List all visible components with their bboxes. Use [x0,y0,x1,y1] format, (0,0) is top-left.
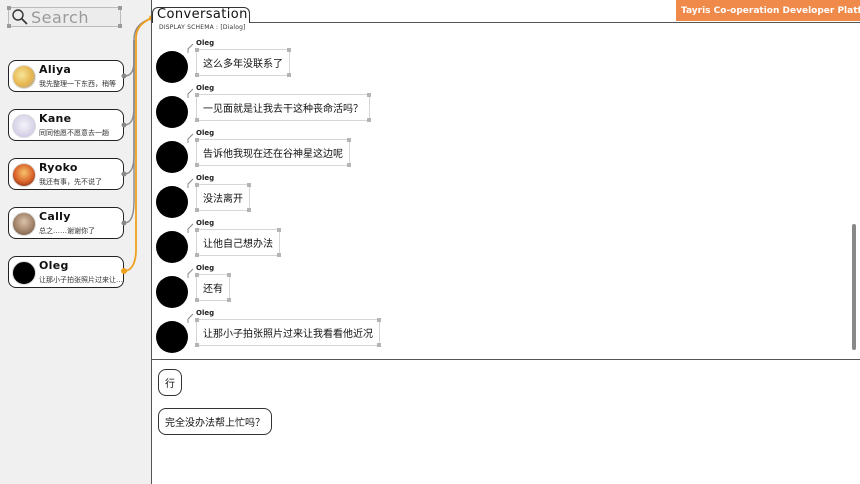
brand-name: Tayris Co-operation Developer Platform [681,5,860,16]
contact-preview: 总之……谢谢你了 [39,227,95,235]
message-sender: Oleg [196,39,215,47]
message-bubble: 没法离开 [195,183,251,212]
message-tail [187,268,194,278]
contact-preview: 同同他愿不愿意去一趟 [39,129,109,137]
message-sender: Oleg [196,174,215,182]
resize-handle [118,6,122,10]
message-bubble: 这么多年没联系了 [195,48,291,77]
avatar [12,65,36,89]
avatar [156,141,188,173]
resize-handle [7,24,11,28]
reply-option-button[interactable]: 完全没办法帮上忙吗？ [158,408,272,435]
reply-text: 行 [165,379,175,390]
message-sender: Oleg [196,264,215,272]
message-text: 告诉他我现在还在谷神星这边呢 [203,149,343,160]
brand-banner: Tayris Co-operation Developer Platform [676,0,860,21]
contact-preview: 我先整理一下东西，稍等 [39,80,116,88]
message-tail [187,133,194,143]
contact-name: Oleg [39,259,69,272]
message-tail [187,88,194,98]
reply-divider [152,359,860,360]
reply-option-button[interactable]: 行 [158,369,182,396]
tab-conversation[interactable]: Conversation [152,7,250,23]
message-sender: Oleg [196,309,215,317]
avatar [156,231,188,263]
message-sender: Oleg [196,219,215,227]
avatar [156,51,188,83]
message-text: 让那小子拍张照片过来让我看看他近况 [203,329,373,340]
avatar [156,96,188,128]
chat-scrollbar[interactable] [852,224,856,350]
message-sender: Oleg [196,129,215,137]
avatar [156,186,188,218]
message-text: 一见面就是让我去干这种丧命活吗？ [203,104,363,115]
resize-handle [7,6,11,10]
search-box[interactable]: Search [7,6,122,28]
message-text: 还有 [203,284,223,295]
search-input[interactable]: Search [31,8,89,27]
contact-item-oleg[interactable]: Oleg 让那小子拍张照片过来让我看看他近况 [8,256,124,288]
message-text: 没法离开 [203,194,243,205]
avatar [156,321,188,353]
contact-name: Cally [39,210,71,223]
avatar [12,163,36,187]
message-bubble: 让他自己想办法 [195,228,281,257]
avatar [12,212,36,236]
contact-item-aliya[interactable]: Aliya 我先整理一下东西，稍等 [8,60,124,92]
contact-name: Aliya [39,63,72,76]
avatar [12,114,36,138]
contact-name: Kane [39,112,72,125]
message-tail [187,313,194,323]
message-text: 让他自己想办法 [203,239,273,250]
contact-name: Ryoko [39,161,78,174]
avatar [12,261,36,285]
message-bubble: 让那小子拍张照片过来让我看看他近况 [195,318,381,347]
contact-item-kane[interactable]: Kane 同同他愿不愿意去一趟 [8,109,124,141]
message-tail [187,223,194,233]
tab-label: Conversation [157,7,248,22]
message-sender: Oleg [196,84,215,92]
reply-text: 完全没办法帮上忙吗？ [165,418,265,429]
message-text: 这么多年没联系了 [203,59,283,70]
contact-item-cally[interactable]: Cally 总之……谢谢你了 [8,207,124,239]
contact-sidebar: Search Aliya 我先整理一下东西，稍等 Kane 同同他愿不愿意去一趟… [0,0,152,484]
message-bubble: 还有 [195,273,231,302]
avatar [156,276,188,308]
contact-preview: 我还有事，先不说了 [39,178,102,186]
message-bubble: 告诉他我现在还在谷神星这边呢 [195,138,351,167]
message-tail [187,43,194,53]
message-bubble: 一见面就是让我去干这种丧命活吗？ [195,93,371,122]
search-icon [12,9,28,25]
message-tail [187,178,194,188]
resize-handle [118,24,122,28]
contact-item-ryoko[interactable]: Ryoko 我还有事，先不说了 [8,158,124,190]
contact-preview: 让那小子拍张照片过来让我看看他近况 [39,276,123,284]
message-list: Oleg 这么多年没联系了 Oleg 一见面就是让我去干这种丧命活吗？ Oleg… [152,23,860,359]
